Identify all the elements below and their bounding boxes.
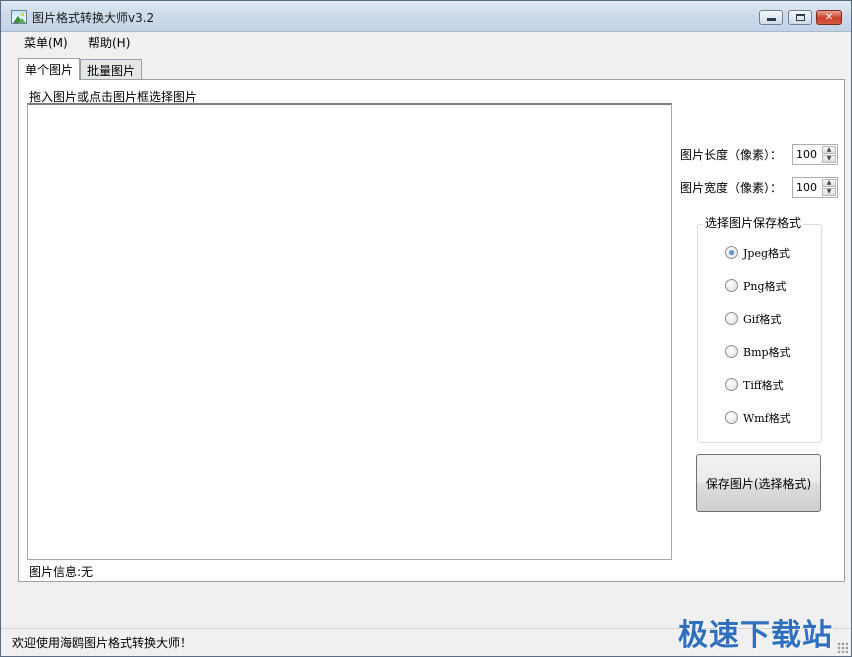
radio-wmf-label[interactable]: Wmf格式: [743, 410, 791, 426]
radio-gif-label[interactable]: Gif格式: [743, 311, 781, 327]
radio-checked-icon[interactable]: [725, 246, 738, 259]
app-window: 图片格式转换大师v3.2 ✕ 菜单(M) 帮助(H) 单个图片 批量图片 拖入图…: [0, 0, 852, 657]
close-button[interactable]: ✕: [816, 10, 842, 25]
width-up-arrow-icon[interactable]: ▲: [822, 179, 836, 187]
radio-unchecked-icon[interactable]: [725, 312, 738, 325]
image-width-stepper[interactable]: ▲ ▼: [792, 177, 838, 198]
site-watermark: 极速下载站: [678, 618, 833, 653]
image-length-label: 图片长度（像素）：: [680, 148, 783, 162]
length-up-arrow-icon[interactable]: ▲: [822, 146, 836, 154]
menu-bar: 菜单(M) 帮助(H): [1, 32, 851, 52]
resize-grip-icon[interactable]: [837, 642, 848, 653]
menu-item-menu[interactable]: 菜单(M): [22, 34, 70, 51]
length-down-arrow-icon[interactable]: ▼: [822, 155, 836, 163]
image-width-input[interactable]: [794, 179, 822, 196]
save-image-button[interactable]: 保存图片(选择格式): [696, 454, 821, 512]
image-length-stepper[interactable]: ▲ ▼: [792, 144, 838, 165]
format-group-title: 选择图片保存格式: [703, 214, 804, 231]
title-bar[interactable]: 图片格式转换大师v3.2 ✕: [1, 1, 851, 32]
image-drop-box[interactable]: [27, 103, 672, 560]
radio-unchecked-icon[interactable]: [725, 411, 738, 424]
radio-tiff-label[interactable]: Tiff格式: [743, 377, 784, 393]
radio-png-label[interactable]: Png格式: [743, 278, 787, 294]
image-length-input[interactable]: [794, 146, 822, 163]
status-text: 欢迎使用海鸥图片格式转换大师！: [12, 636, 193, 650]
radio-jpeg-label[interactable]: Jpeg格式: [743, 245, 790, 261]
image-width-label: 图片宽度（像素）：: [680, 181, 783, 195]
window-title: 图片格式转换大师v3.2: [32, 11, 155, 25]
radio-unchecked-icon[interactable]: [725, 345, 738, 358]
radio-unchecked-icon[interactable]: [725, 378, 738, 391]
maximize-icon: [795, 14, 805, 21]
close-icon: ✕: [824, 12, 834, 23]
tab-batch-images[interactable]: 批量图片: [80, 59, 143, 80]
picture-app-icon: [11, 10, 27, 24]
minimize-button[interactable]: [759, 10, 783, 25]
minimize-icon: [766, 18, 776, 21]
radio-bmp-label[interactable]: Bmp格式: [743, 344, 791, 360]
maximize-button[interactable]: [788, 10, 812, 25]
menu-item-help[interactable]: 帮助(H): [86, 34, 132, 51]
radio-unchecked-icon[interactable]: [725, 279, 738, 292]
width-down-arrow-icon[interactable]: ▼: [822, 188, 836, 196]
tab-single-image[interactable]: 单个图片: [18, 58, 81, 80]
image-info-label: 图片信息:无: [29, 565, 94, 579]
